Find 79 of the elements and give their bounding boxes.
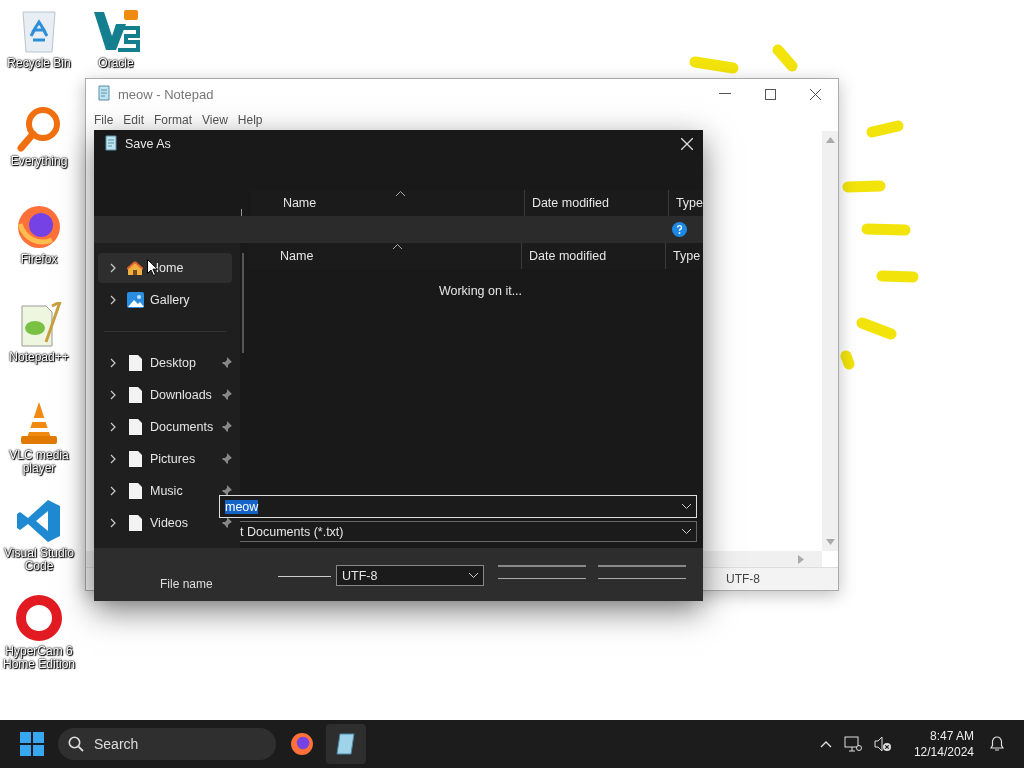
chevron-right-icon[interactable] bbox=[110, 518, 116, 528]
caret-icon bbox=[682, 529, 691, 534]
menu-item[interactable]: Help bbox=[233, 113, 269, 127]
ring-icon[interactable] bbox=[15, 594, 63, 642]
maximize-icon[interactable] bbox=[765, 88, 776, 100]
minimize-icon[interactable] bbox=[719, 93, 731, 95]
menu-item[interactable]: View bbox=[198, 113, 234, 127]
muted-speaker-icon[interactable] bbox=[873, 736, 892, 752]
chevron-right-icon[interactable] bbox=[110, 358, 116, 368]
picture-icon bbox=[124, 292, 146, 308]
pin-icon bbox=[220, 485, 232, 497]
pin-icon bbox=[220, 453, 232, 465]
window-title: meow - Notepad bbox=[118, 86, 214, 102]
paint-stroke bbox=[861, 223, 911, 236]
menu-item[interactable]: Format bbox=[150, 113, 199, 127]
paint-stroke bbox=[772, 44, 798, 72]
menu-item[interactable]: Edit bbox=[119, 113, 151, 127]
nav-item[interactable]: Documents bbox=[98, 412, 232, 442]
network-icon[interactable] bbox=[843, 736, 862, 752]
desktop-icon-label[interactable]: Visual Studio Code bbox=[1, 547, 77, 573]
paint-stroke bbox=[866, 120, 904, 138]
desktop-icon-label[interactable]: Recycle Bin bbox=[1, 57, 77, 70]
nav-item[interactable]: Desktop bbox=[98, 348, 232, 378]
close-icon[interactable] bbox=[810, 88, 821, 100]
encoding-label: UTF-8 bbox=[726, 572, 760, 586]
search-icon bbox=[68, 736, 84, 752]
pin-icon bbox=[220, 517, 232, 529]
notepad-icon bbox=[96, 88, 112, 104]
desktop-icon-label[interactable]: Everything bbox=[1, 155, 77, 168]
blank-button[interactable] bbox=[498, 565, 586, 579]
search-field[interactable]: Search bbox=[58, 728, 276, 760]
paint-stroke bbox=[840, 350, 855, 370]
pin-icon bbox=[220, 357, 232, 369]
nav-item[interactable]: Gallery bbox=[98, 285, 232, 315]
encoding-dropdown[interactable]: UTF-8 bbox=[336, 565, 484, 586]
paint-stroke bbox=[842, 180, 886, 193]
desktop-icon-label[interactable]: HyperCam 6 Home Edition bbox=[1, 645, 77, 671]
chevron-up-icon[interactable] bbox=[819, 740, 832, 748]
paint-stroke bbox=[689, 56, 739, 74]
pin-icon bbox=[220, 389, 232, 401]
status-message: Working on it... bbox=[437, 284, 524, 298]
fox-globe-icon bbox=[290, 732, 314, 756]
clock-time[interactable]: 8:47 AM bbox=[929, 728, 974, 744]
chevron-right-icon[interactable] bbox=[110, 263, 116, 273]
desktop-icon-label[interactable]: VLC media player bbox=[1, 449, 77, 475]
house-icon bbox=[124, 260, 146, 276]
chevron-right-icon[interactable] bbox=[110, 422, 116, 432]
menu-item[interactable]: File bbox=[90, 113, 120, 127]
desktop-icon-label[interactable]: Notepad++ bbox=[1, 351, 77, 364]
taskbar-app-button[interactable] bbox=[326, 724, 366, 764]
dialog-title: Save As bbox=[125, 137, 171, 151]
clock-date[interactable]: 12/14/2024 bbox=[913, 744, 974, 760]
nav-item[interactable]: Pictures bbox=[98, 444, 232, 474]
bell-icon[interactable] bbox=[990, 736, 1004, 752]
chevron-right-icon[interactable] bbox=[110, 486, 116, 496]
start-icon[interactable] bbox=[20, 732, 44, 756]
sort-caret-icon bbox=[393, 244, 402, 249]
pin-icon bbox=[220, 421, 232, 433]
column-header[interactable]: Name bbox=[250, 190, 524, 216]
column-header[interactable]: Type bbox=[665, 243, 703, 269]
caret-icon bbox=[682, 504, 691, 509]
blank-button[interactable] bbox=[598, 565, 686, 579]
notepad-icon bbox=[335, 732, 357, 756]
nav-item[interactable]: Downloads bbox=[98, 380, 232, 410]
column-header[interactable]: Date modified bbox=[521, 243, 665, 269]
paint-stroke bbox=[856, 317, 897, 340]
magnifier-icon[interactable] bbox=[17, 104, 61, 152]
desktop-icon-label[interactable]: Firefox bbox=[1, 253, 77, 266]
desktop-icon-label[interactable]: Oracle bbox=[78, 57, 154, 70]
paint-stroke bbox=[876, 270, 919, 283]
file-type-dropdown[interactable]: t Documents (*.txt) bbox=[240, 521, 697, 542]
caret-icon bbox=[469, 573, 478, 578]
help-icon[interactable] bbox=[672, 222, 687, 237]
chevron-right-icon[interactable] bbox=[110, 454, 116, 464]
chevron-right-icon[interactable] bbox=[110, 390, 116, 400]
chevron-right-icon[interactable] bbox=[110, 295, 116, 305]
sort-caret-icon bbox=[395, 191, 405, 196]
column-header[interactable]: Name bbox=[248, 243, 521, 269]
file-name-label: File name bbox=[160, 577, 213, 591]
